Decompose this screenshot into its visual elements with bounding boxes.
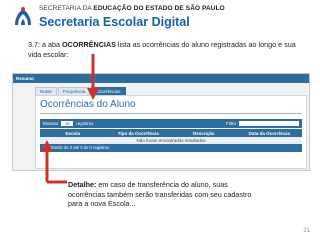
panel-title: Ocorrências do Aluno <box>40 99 136 110</box>
table-controls: Mostrar 10 registros Filtro <box>40 119 302 128</box>
tab-bar: Notas Frequência Ocorrências <box>35 87 126 95</box>
search-label: Filtro <box>226 121 236 126</box>
column-header[interactable]: Data da Ocorrência <box>237 131 303 136</box>
column-header[interactable]: Descrição <box>171 131 237 136</box>
header-line1: SECRETARIA DA EDUCAÇÃO DO ESTADO DE SÃO … <box>39 5 225 12</box>
table-footer-info: Mostrando de 0 até 0 de 0 registros <box>40 144 302 152</box>
search-input[interactable] <box>239 121 299 126</box>
arrow-to-tab-icon <box>87 54 99 100</box>
tab-notas[interactable]: Notas <box>35 87 57 95</box>
page-header: SECRETARIA DA EDUCAÇÃO DO ESTADO DE SÃO … <box>12 2 225 32</box>
records-label: registros <box>76 121 94 126</box>
empty-message: Não foram encontrados resultados <box>40 137 302 144</box>
show-label: Mostrar <box>43 121 59 126</box>
header-title: Secretaria Escolar Digital <box>39 14 190 29</box>
divider <box>40 113 302 114</box>
occurrences-panel: Ocorrências do Aluno Mostrar 10 registro… <box>35 95 307 169</box>
education-logo-icon <box>12 5 34 29</box>
column-header[interactable]: Tipo da Ocorrência <box>106 131 172 136</box>
intro-text: 3.7: a aba OCORRÊNCIAS lista as ocorrênc… <box>28 40 296 59</box>
column-header[interactable]: Escola <box>40 131 106 136</box>
detail-note: Detalhe: em caso de transferência do alu… <box>68 180 252 209</box>
page-number: 21 <box>303 228 310 234</box>
page-size-select[interactable]: 10 <box>61 121 74 126</box>
table-header: Escola Tipo da Ocorrência Descrição Data… <box>40 129 302 137</box>
app-topbar: Resumo <box>13 74 309 83</box>
